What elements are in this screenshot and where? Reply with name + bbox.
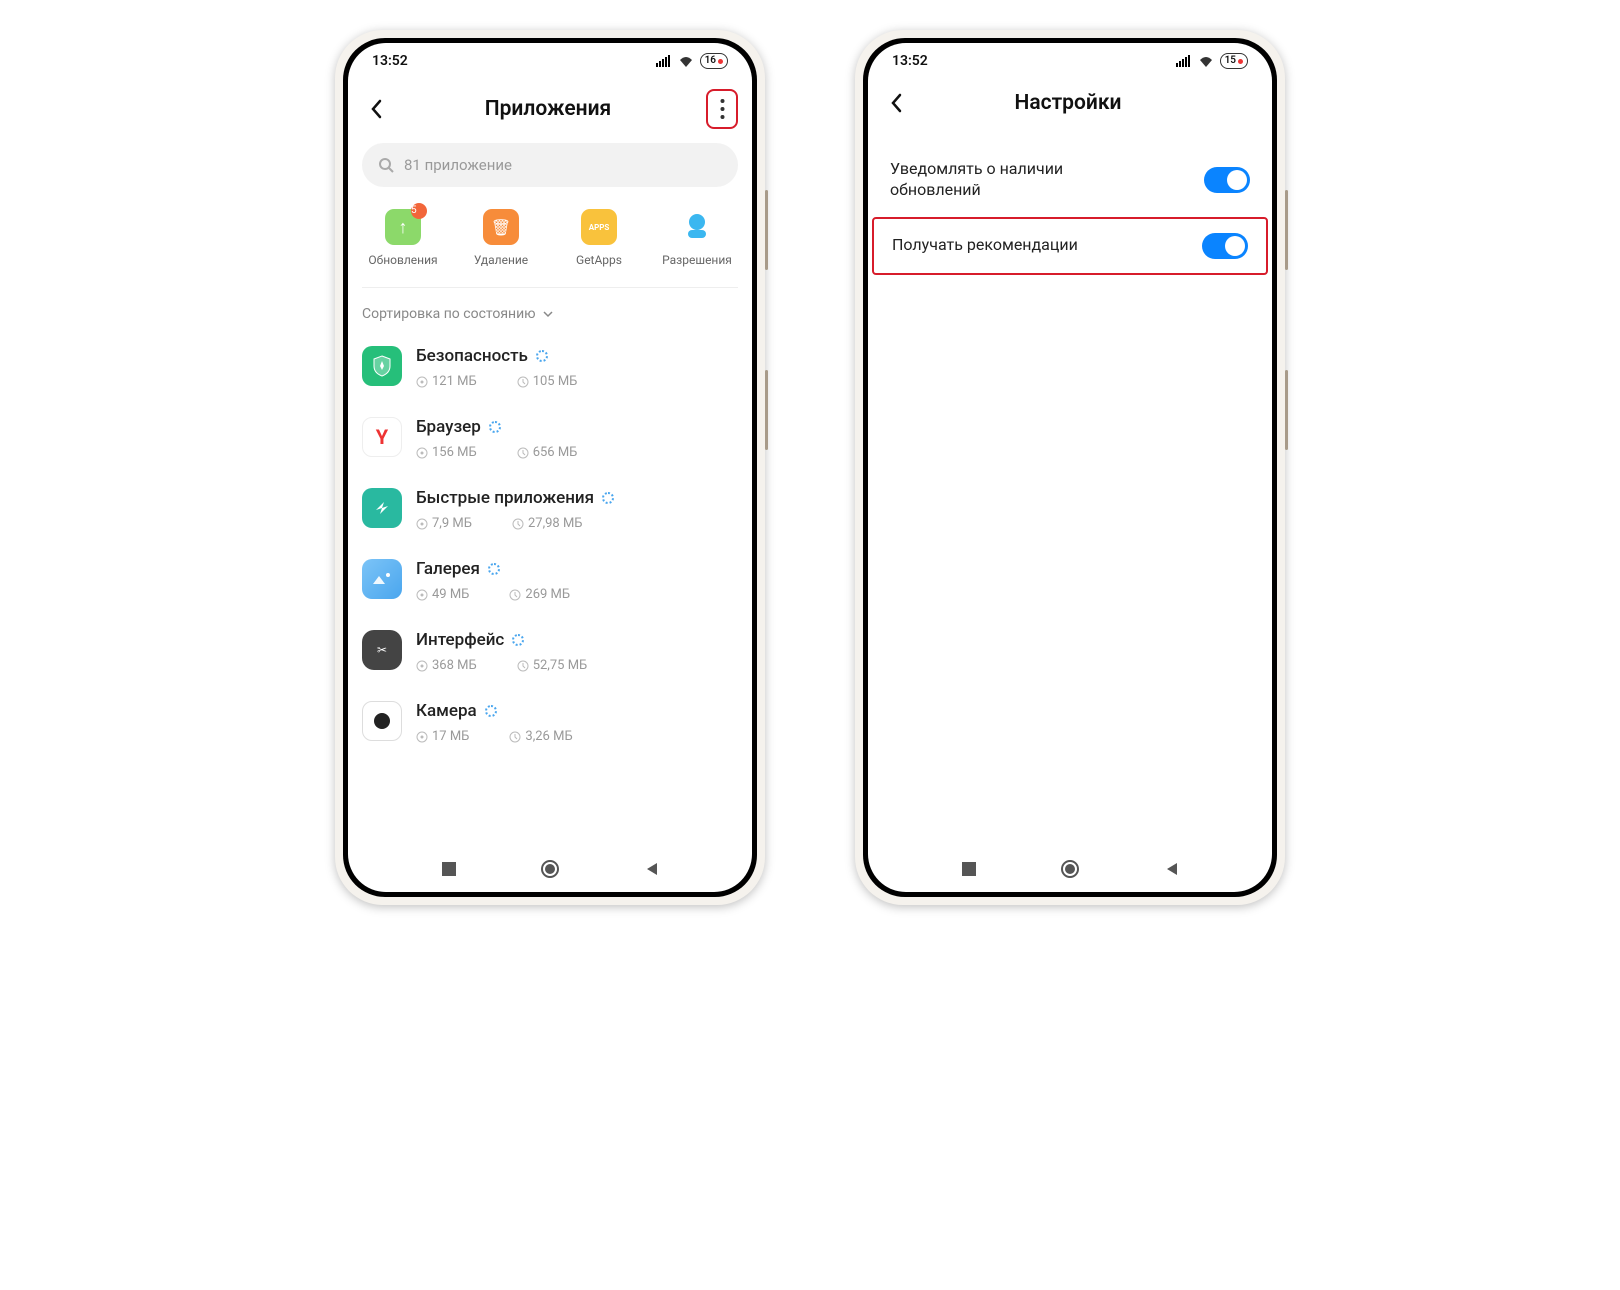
setting-update-notify[interactable]: Уведомлять о наличии обновлений [868,143,1272,217]
page-title: Настройки [910,91,1226,115]
loading-spinner-icon [488,563,500,575]
time-icon [517,660,529,672]
nav-recents[interactable] [954,854,984,884]
wifi-icon [678,55,694,67]
app-icon: ✂ [362,630,402,670]
app-row-browser[interactable]: Y Браузер 156 МБ 656 МБ [362,403,738,474]
nav-bar [868,846,1272,892]
app-header: Приложения [348,79,752,143]
status-time: 13:52 [892,53,928,69]
nav-home[interactable] [1055,854,1085,884]
storage-icon [416,589,428,601]
nav-home[interactable] [535,854,565,884]
storage-icon [416,660,428,672]
wifi-icon [1198,55,1214,67]
time-icon [509,589,521,601]
battery-indicator: 16 [700,53,728,69]
quick-actions-row: 5 Обновления Удаление GetApps Разрешен [348,201,752,287]
app-icon [362,701,402,741]
app-header: Настройки [868,79,1272,131]
app-icon [362,559,402,599]
status-bar: 13:52 16 [348,43,752,79]
loading-spinner-icon [489,421,501,433]
nav-back[interactable] [636,854,666,884]
app-list: Безопасность 121 МБ 105 МБ Y Браузер 156… [348,332,752,846]
updates-badge: 5 [411,203,427,219]
toggle-switch[interactable] [1204,167,1250,193]
signal-icon [656,55,672,67]
action-updates[interactable]: 5 Обновления [358,209,448,267]
loading-spinner-icon [512,634,524,646]
action-permissions[interactable]: Разрешения [652,209,742,267]
app-icon [362,488,402,528]
time-icon [517,447,529,459]
settings-list: Уведомлять о наличии обновлений Получать… [868,131,1272,287]
app-row-security[interactable]: Безопасность 121 МБ 105 МБ [362,332,738,403]
chevron-down-icon [542,310,554,318]
back-button[interactable] [882,89,910,117]
toggle-switch[interactable] [1202,233,1248,259]
action-delete[interactable]: Удаление [456,209,546,267]
setting-recommendations[interactable]: Получать рекомендации [872,217,1268,275]
action-getapps[interactable]: GetApps [554,209,644,267]
status-bar: 13:52 15 [868,43,1272,79]
search-placeholder: 81 приложение [404,156,512,174]
nav-bar [348,846,752,892]
updates-icon: 5 [385,209,421,245]
overflow-menu-button[interactable] [706,89,738,129]
search-input[interactable]: 81 приложение [362,143,738,187]
phone-left: 13:52 16 Приложения [335,30,765,905]
getapps-icon [581,209,617,245]
app-row-interface[interactable]: ✂ Интерфейс 368 МБ 52,75 МБ [362,616,738,687]
app-icon [362,346,402,386]
app-row-gallery[interactable]: Галерея 49 МБ 269 МБ [362,545,738,616]
loading-spinner-icon [536,350,548,362]
app-row-camera[interactable]: Камера 17 МБ 3,26 МБ [362,687,738,758]
storage-icon [416,731,428,743]
page-title: Приложения [390,97,706,121]
delete-icon [483,209,519,245]
storage-icon [416,376,428,388]
time-icon [512,518,524,530]
app-icon: Y [362,417,402,457]
back-button[interactable] [362,95,390,123]
time-icon [509,731,521,743]
status-time: 13:52 [372,53,408,69]
loading-spinner-icon [602,492,614,504]
permissions-icon [679,209,715,245]
nav-recents[interactable] [434,854,464,884]
storage-icon [416,518,428,530]
signal-icon [1176,55,1192,67]
app-row-fastapp[interactable]: Быстрые приложения 7,9 МБ 27,98 МБ [362,474,738,545]
sort-dropdown[interactable]: Сортировка по состоянию [348,288,752,332]
loading-spinner-icon [485,705,497,717]
time-icon [517,376,529,388]
nav-back[interactable] [1156,854,1186,884]
search-icon [378,157,394,173]
phone-right: 13:52 15 Настройки [855,30,1285,905]
battery-indicator: 15 [1220,53,1248,69]
storage-icon [416,447,428,459]
